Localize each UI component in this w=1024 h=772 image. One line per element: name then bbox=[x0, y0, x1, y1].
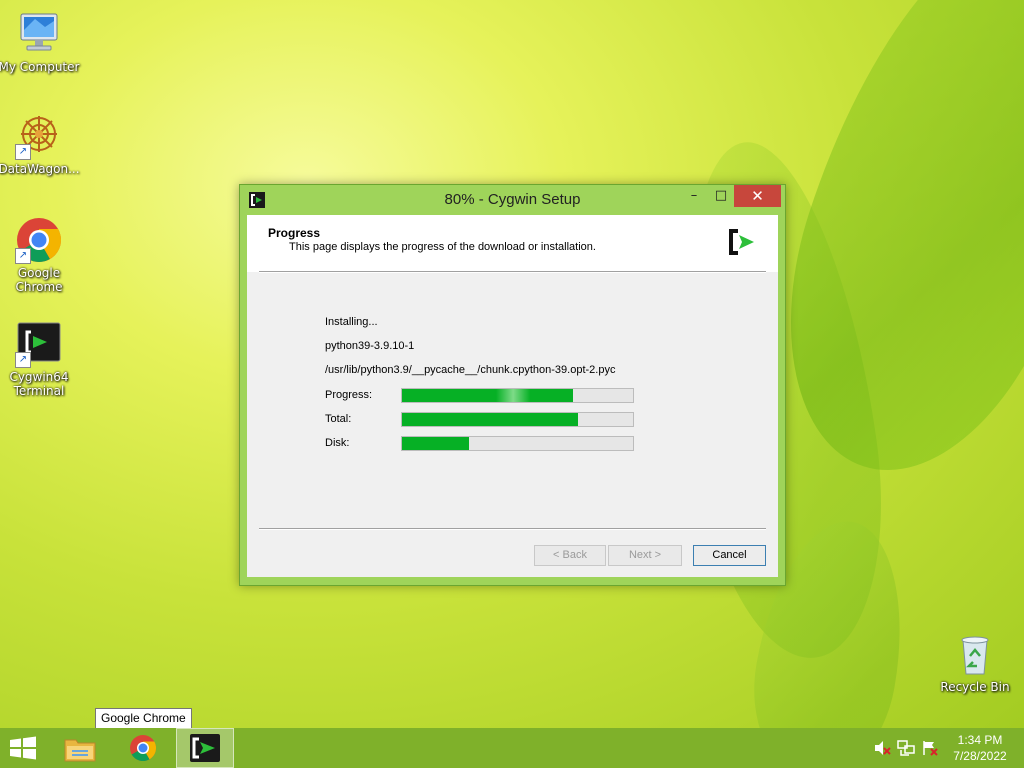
desktop-icon-label: DataWagon... bbox=[0, 162, 80, 176]
page-title: Progress bbox=[268, 226, 321, 240]
taskbar-cygwin-setup[interactable] bbox=[176, 728, 234, 768]
desktop-icon-google-chrome[interactable]: ↗ Google Chrome bbox=[0, 216, 81, 294]
chrome-icon: ↗ bbox=[15, 216, 63, 264]
total-progress-bar bbox=[401, 412, 634, 427]
windows-start-icon[interactable] bbox=[8, 736, 38, 760]
package-name: python39-3.9.10-1 bbox=[325, 340, 415, 352]
total-progress-bar-fill bbox=[402, 413, 578, 426]
page-description: This page displays the progress of the d… bbox=[289, 241, 596, 253]
taskbar-google-chrome[interactable] bbox=[115, 728, 171, 768]
cygwin-terminal-icon: ↗ bbox=[15, 320, 63, 368]
clock-date: 7/28/2022 bbox=[953, 749, 1007, 763]
shortcut-arrow-icon: ↗ bbox=[15, 144, 31, 160]
chrome-icon bbox=[130, 735, 157, 762]
network-icon[interactable] bbox=[897, 740, 915, 756]
status-text: Installing... bbox=[325, 316, 378, 328]
desktop-icon-label: Google Chrome bbox=[15, 266, 63, 294]
disk-usage-bar bbox=[401, 436, 634, 451]
folder-icon bbox=[64, 739, 96, 762]
datawagon-icon: ↗ bbox=[15, 112, 63, 160]
minimize-button[interactable]: – bbox=[680, 185, 708, 207]
progress-label: Progress: bbox=[325, 389, 373, 401]
cancel-button[interactable]: Cancel bbox=[693, 545, 766, 566]
cygwin-icon bbox=[190, 734, 220, 762]
maximize-icon: □ bbox=[714, 188, 728, 203]
cygwin-logo-icon bbox=[727, 227, 757, 257]
taskbar-tooltip: Google Chrome bbox=[95, 708, 192, 729]
shortcut-arrow-icon: ↗ bbox=[15, 352, 31, 368]
total-label: Total: bbox=[325, 413, 352, 425]
wizard-header: Progress This page displays the progress… bbox=[247, 215, 778, 272]
system-clock[interactable]: 1:34 PM 7/28/2022 bbox=[944, 732, 1016, 764]
computer-icon bbox=[15, 10, 63, 58]
shortcut-arrow-icon: ↗ bbox=[15, 248, 31, 264]
back-button[interactable]: < Back bbox=[534, 545, 606, 566]
current-file: /usr/lib/python3.9/__pycache__/chunk.cpy… bbox=[325, 364, 616, 376]
window-client-area: Progress This page displays the progress… bbox=[247, 215, 778, 577]
footer-separator bbox=[259, 528, 766, 530]
close-button[interactable]: ✕ bbox=[734, 185, 781, 207]
desktop-icon-label: My Computer bbox=[0, 60, 80, 74]
minimize-icon: – bbox=[690, 188, 698, 203]
disk-usage-bar-fill bbox=[402, 437, 469, 450]
next-button[interactable]: Next > bbox=[608, 545, 682, 566]
title-bar[interactable]: 80% - Cygwin Setup – □ ✕ bbox=[240, 185, 785, 215]
action-center-flag-icon[interactable] bbox=[921, 740, 939, 756]
close-icon: ✕ bbox=[751, 187, 764, 205]
maximize-button[interactable]: □ bbox=[707, 185, 735, 207]
recycle-bin-icon bbox=[951, 630, 999, 678]
volume-muted-icon[interactable] bbox=[873, 740, 891, 756]
desktop-icon-datawagon[interactable]: ↗ DataWagon... bbox=[0, 112, 81, 176]
desktop-icon-label: Recycle Bin bbox=[940, 680, 1010, 694]
disk-label: Disk: bbox=[325, 437, 350, 449]
desktop-icon-my-computer[interactable]: My Computer bbox=[0, 10, 81, 74]
desktop-icon-recycle-bin[interactable]: Recycle Bin bbox=[933, 630, 1017, 694]
progress-bar bbox=[401, 388, 634, 403]
clock-time: 1:34 PM bbox=[957, 733, 1003, 747]
progress-bar-fill bbox=[402, 389, 573, 402]
desktop-icon-label: Cygwin64 Terminal bbox=[9, 370, 69, 398]
cygwin-setup-window: 80% - Cygwin Setup – □ ✕ Progress This p… bbox=[239, 184, 786, 586]
taskbar: 1:34 PM 7/28/2022 bbox=[0, 728, 1024, 768]
header-separator bbox=[259, 271, 766, 273]
desktop-icon-cygwin64-terminal[interactable]: ↗ Cygwin64 Terminal bbox=[0, 320, 81, 398]
taskbar-file-explorer[interactable] bbox=[52, 728, 108, 768]
